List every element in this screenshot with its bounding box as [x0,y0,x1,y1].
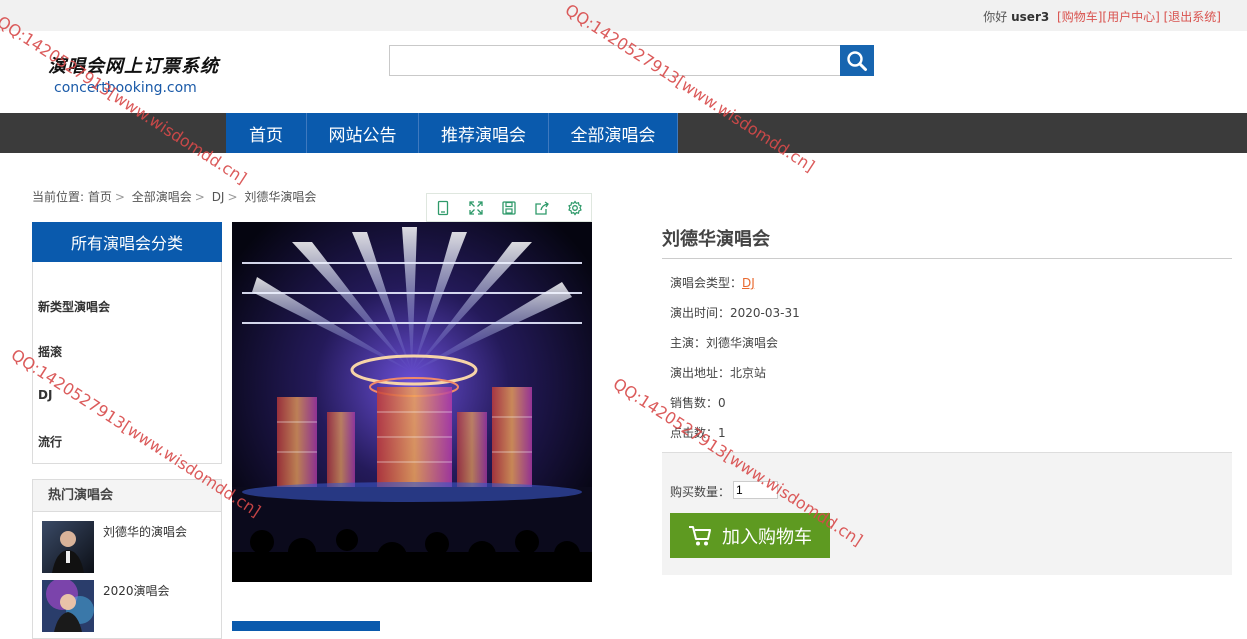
nav-recommended[interactable]: 推荐演唱会 [419,113,549,153]
fullscreen-icon[interactable] [460,194,493,221]
concert-image [232,222,592,582]
hot-item-title[interactable]: 2020演唱会 [103,582,170,599]
breadcrumb: 当前位置: 首页 > 全部演唱会 > DJ > 刘德华演唱会 [32,190,317,204]
add-to-cart-label: 加入购物车 [722,526,812,547]
settings-icon[interactable] [558,194,591,221]
category-panel-title: 所有演唱会分类 [32,222,222,262]
title-divider [662,258,1232,259]
category-item-new[interactable]: 新类型演唱会 [38,298,110,315]
concert-type-label: 演唱会类型： [670,276,743,290]
search-icon [847,50,867,71]
breadcrumb-category[interactable]: DJ [212,190,225,204]
image-toolbar [426,193,592,222]
search-button[interactable] [840,45,874,76]
breadcrumb-all-concerts[interactable]: 全部演唱会 [132,190,192,204]
hot-item-title[interactable]: 刘德华的演唱会 [103,523,187,540]
concert-star: 主演：刘德华演唱会 [670,336,779,350]
hot-concerts-title: 热门演唱会 [32,479,222,512]
share-icon[interactable] [525,194,558,221]
breadcrumb-home[interactable]: 首页 [88,190,112,204]
top-bar: 你好 user3 [购物车][用户中心] [退出系统] [0,0,1247,31]
concert-title: 刘德华演唱会 [662,229,770,250]
save-icon[interactable] [493,194,526,221]
concert-time: 演出时间：2020-03-31 [670,306,800,320]
hot-item-thumbnail[interactable] [42,580,94,632]
user-area: 你好 user3 [购物车][用户中心] [退出系统] [983,8,1221,25]
category-item-rock[interactable]: 摇滚 [38,343,62,360]
category-item-pop[interactable]: 流行 [38,433,62,450]
breadcrumb-prefix: 当前位置: [32,190,85,204]
concert-address: 演出地址：北京站 [670,366,767,380]
nav-all-concerts[interactable]: 全部演唱会 [549,113,678,153]
add-to-cart-button[interactable]: 加入购物车 [670,513,830,558]
user-center-link[interactable]: [用户中心] [1102,10,1159,24]
copy-icon[interactable] [427,194,460,221]
concert-sales: 销售数：0 [670,396,726,410]
breadcrumb-current: 刘德华演唱会 [244,190,317,204]
detail-tab[interactable] [232,621,380,631]
quantity-label: 购买数量： [670,485,731,499]
concert-type-link[interactable]: DJ [742,276,755,290]
username: user3 [1011,10,1050,24]
nav-announcements[interactable]: 网站公告 [307,113,419,153]
nav-home[interactable]: 首页 [226,113,307,153]
logout-link[interactable]: [退出系统] [1164,10,1221,24]
cart-link[interactable]: [购物车] [1057,10,1102,24]
hot-item-thumbnail[interactable] [42,521,94,573]
greeting-text: 你好 [983,10,1008,24]
cart-icon [689,525,711,545]
concert-type-row: 演唱会类型：DJ [670,274,755,291]
category-item-dj[interactable]: DJ [38,388,52,402]
